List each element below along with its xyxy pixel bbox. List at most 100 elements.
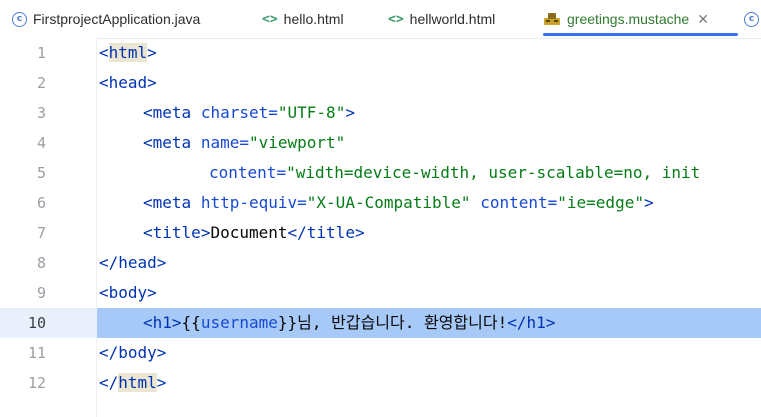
code-editor[interactable]: 1 <html> 2 <head> 3 <meta charset="UTF-8… (0, 38, 761, 417)
mustache-variable: username (200, 313, 278, 332)
mustache-open: {{ (181, 313, 201, 332)
line-number: 10 (27, 314, 46, 332)
attr-value: "X-UA-Compatible" (306, 193, 471, 212)
html-icon: <> (262, 11, 278, 27)
tag-bracket: < (143, 313, 153, 332)
code-line[interactable]: 3 <meta charset="UTF-8"> (0, 98, 761, 128)
tab-hellworld-html[interactable]: <> hellworld.html (388, 0, 495, 38)
tag-name: meta (152, 133, 192, 152)
tag-bracket: > (643, 193, 654, 212)
tab-label: FirstprojectApplication.java (33, 11, 201, 27)
tag-name: meta (152, 103, 192, 122)
tab-label: hello.html (283, 11, 344, 27)
mustache-close: }} (277, 313, 298, 332)
tag-bracket: > (345, 103, 355, 122)
mustache-icon (543, 12, 561, 26)
line-number: 1 (36, 44, 46, 62)
tag-name: head (108, 73, 148, 92)
code-line[interactable]: 5 content="width=device-width, user-scal… (0, 158, 761, 188)
tab-label: hellworld.html (409, 11, 496, 27)
tag-bracket: > (545, 313, 556, 332)
tag-name: meta (152, 193, 192, 212)
tab-overflow-java[interactable]: c (744, 0, 759, 38)
attr-eq: = (239, 133, 249, 152)
code-text: </html> (99, 368, 166, 398)
code-line[interactable]: 9 <body> (0, 278, 761, 308)
tag-bracket: < (99, 43, 109, 62)
java-class-icon: c (744, 11, 759, 27)
tab-label: greetings.mustache (567, 11, 690, 27)
code-line[interactable]: 11 </body> (0, 338, 761, 368)
tag-name: title (306, 223, 355, 242)
tag-name: html (118, 373, 157, 392)
line-number: 11 (27, 344, 46, 362)
tag-name: head (118, 253, 157, 272)
tag-name: title (152, 223, 201, 242)
code-text: </body> (99, 338, 166, 368)
tag-bracket: < (143, 223, 153, 242)
tag-bracket: < (99, 73, 109, 92)
tag-bracket: > (147, 43, 157, 62)
line-number: 2 (36, 74, 46, 92)
tag-name: h1 (152, 313, 172, 332)
editor-tab-bar: c FirstprojectApplication.java <> hello.… (0, 0, 761, 39)
attr-value: "viewport" (248, 133, 346, 152)
tag-bracket: > (156, 343, 167, 362)
code-line[interactable]: 6 <meta http-equiv="X-UA-Compatible" con… (0, 188, 761, 218)
text-content: 님, 반갑습니다. 환영합니다! (297, 313, 508, 332)
tab-hello-html[interactable]: <> hello.html (262, 0, 344, 38)
line-number: 5 (36, 164, 46, 182)
attr-eq: = (547, 193, 558, 212)
attr-value: "width=device-width, user-scalable=no, i… (286, 163, 701, 182)
line-number: 9 (36, 284, 46, 302)
tab-firstproject-application[interactable]: c FirstprojectApplication.java (12, 0, 200, 38)
attr-value: "UTF-8" (277, 103, 346, 122)
code-line[interactable]: 2 <head> (0, 68, 761, 98)
line-number: 12 (27, 374, 46, 392)
java-class-icon: c (12, 11, 27, 27)
tag-bracket: > (147, 73, 157, 92)
tag-name: body (108, 283, 148, 302)
code-line[interactable]: 1 <html> (0, 38, 761, 68)
line-number: 8 (36, 254, 46, 272)
code-line[interactable]: 12 </html> (0, 368, 761, 398)
tag-name: body (118, 343, 157, 362)
tag-bracket: > (156, 373, 167, 392)
code-line[interactable]: 8 </head> (0, 248, 761, 278)
tag-bracket: </ (287, 223, 307, 242)
tag-bracket: < (143, 193, 153, 212)
line-number: 6 (36, 194, 46, 212)
code-text: <meta http-equiv="X-UA-Compatible" conte… (143, 188, 654, 218)
tag-bracket: < (99, 283, 109, 302)
code-text: <head> (99, 68, 157, 98)
tag-bracket: < (143, 103, 153, 122)
code-text: <meta name="viewport" (143, 128, 345, 158)
close-icon[interactable]: ✕ (697, 11, 709, 28)
line-number: 7 (36, 224, 46, 242)
attr-eq: = (297, 193, 307, 212)
attr-value: "ie=edge" (557, 193, 644, 212)
attr-name: http-equiv (200, 193, 298, 212)
line-number: 4 (36, 134, 46, 152)
tag-bracket: > (147, 283, 157, 302)
tag-bracket: > (200, 223, 211, 242)
code-text: content="width=device-width, user-scalab… (209, 158, 700, 188)
code-line-current[interactable]: 10 <h1>{{username}}님, 반갑습니다. 환영합니다!</h1> (0, 308, 761, 338)
attr-eq: = (276, 163, 287, 182)
tag-bracket: </ (99, 373, 119, 392)
code-text: <body> (99, 278, 157, 308)
tag-bracket: </ (507, 313, 527, 332)
line-number: 3 (36, 104, 46, 122)
code-line[interactable]: 4 <meta name="viewport" (0, 128, 761, 158)
html-icon: <> (388, 11, 404, 27)
tag-bracket: > (354, 223, 365, 242)
tag-bracket: > (171, 313, 182, 332)
tab-greetings-mustache[interactable]: greetings.mustache ✕ (543, 0, 738, 38)
attr-name: name (200, 133, 240, 152)
attr-eq: = (268, 103, 278, 122)
code-line[interactable]: 7 <title>Document</title> (0, 218, 761, 248)
tag-name: html (108, 43, 148, 62)
